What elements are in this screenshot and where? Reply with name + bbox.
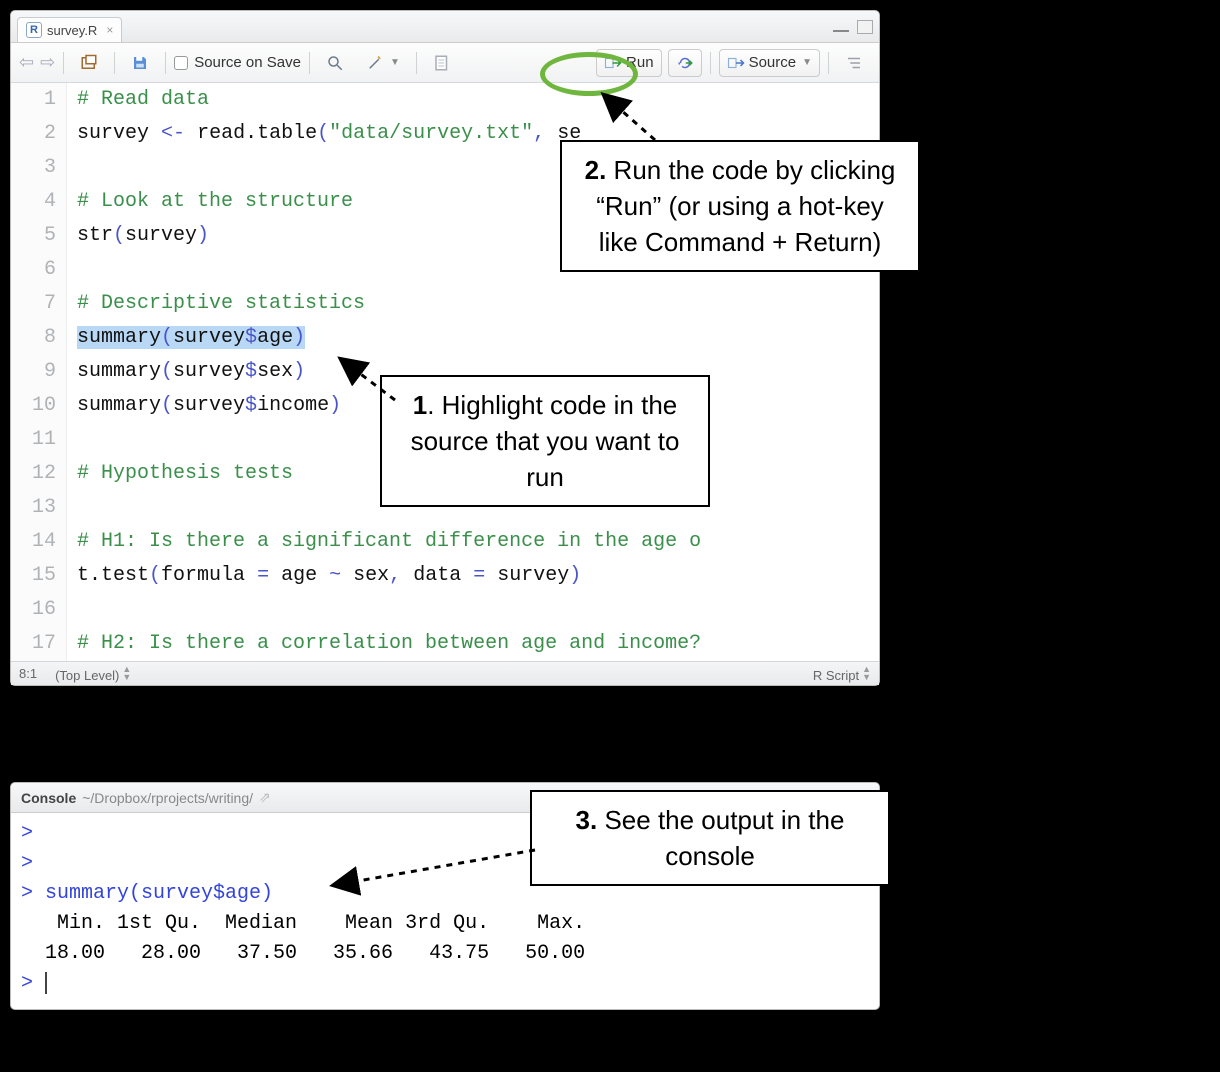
editor-status-bar: 8:1 (Top Level)▲▼ R Script▲▼ (11, 661, 879, 685)
outline-button[interactable] (837, 49, 871, 77)
code-line[interactable]: # Read data (77, 83, 879, 117)
close-icon[interactable]: × (106, 23, 113, 37)
separator (828, 52, 829, 74)
separator (63, 52, 64, 74)
arrow-icon[interactable]: ⇗ (259, 789, 271, 806)
code-line[interactable]: summary(survey$age) (77, 321, 879, 355)
code-line[interactable]: # Descriptive statistics (77, 287, 879, 321)
popout-icon (80, 54, 98, 72)
gutter: 1234567891011121314151617 (11, 83, 67, 661)
find-button[interactable] (318, 49, 352, 77)
source-icon (727, 54, 745, 72)
file-tab-label: survey.R (47, 23, 97, 38)
minimize-icon[interactable] (833, 22, 849, 32)
editor-toolbar: ⇦ ⇨ Source on Save ▼ Run (11, 43, 879, 83)
rerun-button[interactable] (668, 49, 702, 77)
floppy-icon (131, 54, 149, 72)
filetype-selector[interactable]: R Script▲▼ (813, 665, 871, 683)
code-line[interactable] (77, 593, 879, 627)
source-button-label: Source (749, 54, 797, 71)
callout-2: 2. Run the code by clicking “Run” (or us… (560, 140, 920, 272)
maximize-icon[interactable] (857, 20, 873, 34)
source-on-save-checkbox[interactable] (174, 56, 188, 70)
file-tab[interactable]: R survey.R × (17, 17, 122, 42)
run-button-label: Run (626, 54, 654, 71)
forward-button[interactable]: ⇨ (40, 52, 55, 73)
window-controls (833, 20, 873, 34)
callout-1: 1. Highlight code in the source that you… (380, 375, 710, 507)
separator (309, 52, 310, 74)
source-button[interactable]: Source ▼ (719, 49, 820, 77)
separator (114, 52, 115, 74)
separator (416, 52, 417, 74)
compile-notebook-button[interactable] (425, 49, 459, 77)
magnifier-icon (326, 54, 344, 72)
code-line[interactable]: # H2: Is there a correlation between age… (77, 627, 879, 661)
rerun-icon (676, 54, 694, 72)
outline-icon (845, 54, 863, 72)
console-path: ~/Dropbox/rprojects/writing/ (82, 790, 253, 806)
cursor-position: 8:1 (19, 666, 37, 681)
console-title: Console (21, 790, 76, 806)
code-line[interactable]: t.test(formula = age ~ sex, data = surve… (77, 559, 879, 593)
save-button[interactable] (123, 49, 157, 77)
run-icon (604, 54, 622, 72)
separator (165, 52, 166, 74)
chevron-down-icon: ▼ (390, 57, 400, 68)
editor-window: R survey.R × ⇦ ⇨ Source on Save ▼ (10, 10, 880, 686)
callout-3: 3. See the output in the console (530, 790, 890, 886)
back-button[interactable]: ⇦ (19, 52, 34, 73)
show-in-new-window-button[interactable] (72, 49, 106, 77)
tab-bar: R survey.R × (11, 11, 879, 43)
code-tools-button[interactable]: ▼ (358, 49, 408, 77)
separator (710, 52, 711, 74)
code-line[interactable]: # H1: Is there a significant difference … (77, 525, 879, 559)
scope-selector[interactable]: (Top Level)▲▼ (55, 665, 131, 683)
r-file-icon: R (26, 22, 42, 38)
source-on-save-label: Source on Save (194, 54, 301, 71)
notebook-icon (433, 54, 451, 72)
chevron-down-icon: ▼ (802, 57, 812, 68)
run-button[interactable]: Run (596, 49, 662, 77)
wand-icon (366, 54, 384, 72)
